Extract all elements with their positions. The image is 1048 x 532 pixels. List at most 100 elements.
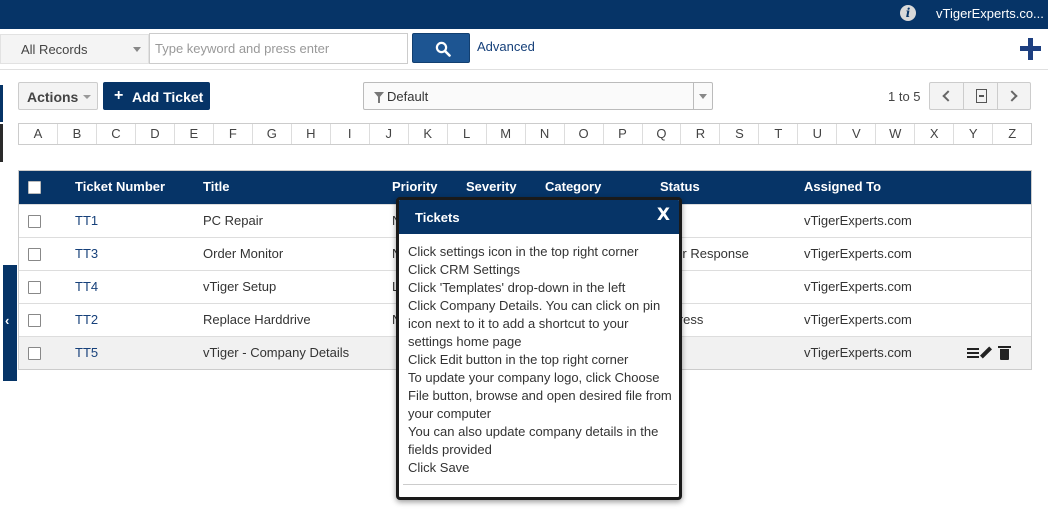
ticket-number-link[interactable]: TT3 <box>75 238 98 270</box>
popup-step: Click Save <box>408 460 470 475</box>
tickets-help-popup: Tickets X Click settings icon in the top… <box>396 197 682 500</box>
column-header-assigned-to[interactable]: Assigned To <box>804 171 881 203</box>
chevron-down-icon <box>83 95 91 99</box>
row-checkbox[interactable] <box>28 314 41 327</box>
next-page-button[interactable] <box>997 82 1031 110</box>
popup-body: Click settings icon in the top right cor… <box>408 243 674 477</box>
trash-icon[interactable] <box>998 346 1011 360</box>
alphabet-filter: ABCDEFGHIJKLMNOPQRSTUVWXYZ <box>18 123 1032 145</box>
popup-step: You can also update company details in t… <box>408 424 659 457</box>
quick-create-plus-icon[interactable] <box>1019 38 1043 62</box>
ticket-number-link[interactable]: TT4 <box>75 271 98 303</box>
page-info: 1 to 5 <box>888 89 921 104</box>
alphabet-letter-f[interactable]: F <box>214 124 253 144</box>
page-jump-button[interactable] <box>963 82 998 110</box>
search-icon <box>435 41 451 57</box>
alphabet-letter-v[interactable]: V <box>837 124 877 144</box>
left-edge-marker-dark <box>0 124 3 162</box>
alphabet-letter-h[interactable]: H <box>292 124 331 144</box>
ticket-title: vTiger - Company Details <box>203 345 350 360</box>
left-edge-marker <box>0 85 3 122</box>
ticket-number-link[interactable]: TT2 <box>75 304 98 336</box>
row-checkbox[interactable] <box>28 248 41 261</box>
ticket-assigned-to: vTigerExperts.com <box>804 312 912 327</box>
popup-step: Click Edit button in the top right corne… <box>408 352 629 367</box>
search-bar: All Records Advanced <box>0 29 1048 70</box>
popup-step: Click Company Details. You can click on … <box>408 298 661 349</box>
view-filter-select[interactable]: Default <box>363 82 713 110</box>
ticket-assigned-to: vTigerExperts.com <box>804 213 912 228</box>
alphabet-letter-p[interactable]: P <box>604 124 643 144</box>
alphabet-letter-q[interactable]: Q <box>643 124 682 144</box>
alphabet-letter-m[interactable]: M <box>487 124 526 144</box>
ticket-assigned-to: vTigerExperts.com <box>804 345 912 360</box>
popup-header: Tickets X <box>399 200 679 234</box>
sidebar-toggle[interactable]: ‹ <box>3 265 17 381</box>
row-checkbox[interactable] <box>28 281 41 294</box>
top-bar: i vTigerExperts.co... <box>0 0 1048 29</box>
records-filter-select[interactable]: All Records <box>0 34 149 64</box>
info-icon[interactable]: i <box>900 5 916 21</box>
alphabet-letter-x[interactable]: X <box>915 124 955 144</box>
chevron-left-icon: ‹ <box>5 313 10 328</box>
popup-step: Click 'Templates' drop-down in the left <box>408 280 626 295</box>
view-filter-value: Default <box>387 89 429 104</box>
ticket-title: PC Repair <box>203 213 263 228</box>
ticket-assigned-to: vTigerExperts.com <box>804 246 912 261</box>
previous-page-button[interactable] <box>929 82 964 110</box>
list-icon[interactable] <box>967 348 979 359</box>
alphabet-letter-c[interactable]: C <box>97 124 136 144</box>
column-header-ticket-number[interactable]: Ticket Number <box>75 171 165 203</box>
alphabet-letter-d[interactable]: D <box>136 124 175 144</box>
alphabet-letter-k[interactable]: K <box>409 124 448 144</box>
ticket-title: Replace Harddrive <box>203 312 311 327</box>
popup-step: Click CRM Settings <box>408 262 520 277</box>
ticket-number-link[interactable]: TT1 <box>75 205 98 237</box>
advanced-search-link[interactable]: Advanced <box>477 39 535 54</box>
records-filter-value: All Records <box>21 42 88 57</box>
alphabet-letter-t[interactable]: T <box>759 124 799 144</box>
alphabet-letter-y[interactable]: Y <box>954 124 994 144</box>
popup-divider <box>403 484 677 485</box>
search-button[interactable] <box>412 33 470 63</box>
ticket-assigned-to: vTigerExperts.com <box>804 279 912 294</box>
popup-step: Click settings icon in the top right cor… <box>408 244 639 259</box>
alphabet-letter-b[interactable]: B <box>58 124 97 144</box>
document-icon <box>976 89 987 103</box>
keyword-search-input[interactable] <box>149 33 408 64</box>
popup-title: Tickets <box>415 210 460 225</box>
filter-icon <box>374 92 384 103</box>
alphabet-letter-z[interactable]: Z <box>993 124 1031 144</box>
alphabet-letter-l[interactable]: L <box>448 124 487 144</box>
alphabet-letter-s[interactable]: S <box>720 124 760 144</box>
alphabet-letter-o[interactable]: O <box>565 124 604 144</box>
alphabet-letter-j[interactable]: J <box>370 124 409 144</box>
alphabet-letter-a[interactable]: A <box>19 124 58 144</box>
alphabet-letter-r[interactable]: R <box>681 124 721 144</box>
actions-dropdown-button[interactable]: Actions <box>18 82 98 110</box>
chevron-left-icon <box>942 90 954 102</box>
row-checkbox[interactable] <box>28 215 41 228</box>
chevron-down-icon <box>133 47 141 52</box>
pencil-icon[interactable] <box>979 346 993 359</box>
alphabet-letter-e[interactable]: E <box>175 124 214 144</box>
alphabet-letter-u[interactable]: U <box>798 124 838 144</box>
ticket-title: vTiger Setup <box>203 279 277 294</box>
add-ticket-button[interactable]: + Add Ticket <box>103 82 210 110</box>
ticket-title: Order Monitor <box>203 246 284 261</box>
chevron-right-icon <box>1006 90 1018 102</box>
plus-icon: + <box>114 87 124 104</box>
add-ticket-label: Add Ticket <box>132 89 204 105</box>
alphabet-letter-i[interactable]: I <box>331 124 370 144</box>
close-icon[interactable]: X <box>657 205 670 225</box>
ticket-number-link[interactable]: TT5 <box>75 337 98 369</box>
alphabet-letter-w[interactable]: W <box>876 124 916 144</box>
popup-step: To update your company logo, click Choos… <box>408 370 672 421</box>
alphabet-letter-g[interactable]: G <box>253 124 292 144</box>
select-all-checkbox[interactable] <box>28 181 41 194</box>
actions-label: Actions <box>27 89 79 105</box>
row-checkbox[interactable] <box>28 347 41 360</box>
column-header-title[interactable]: Title <box>203 171 230 203</box>
alphabet-letter-n[interactable]: N <box>526 124 565 144</box>
user-account-menu[interactable]: vTigerExperts.co... <box>936 6 1044 21</box>
